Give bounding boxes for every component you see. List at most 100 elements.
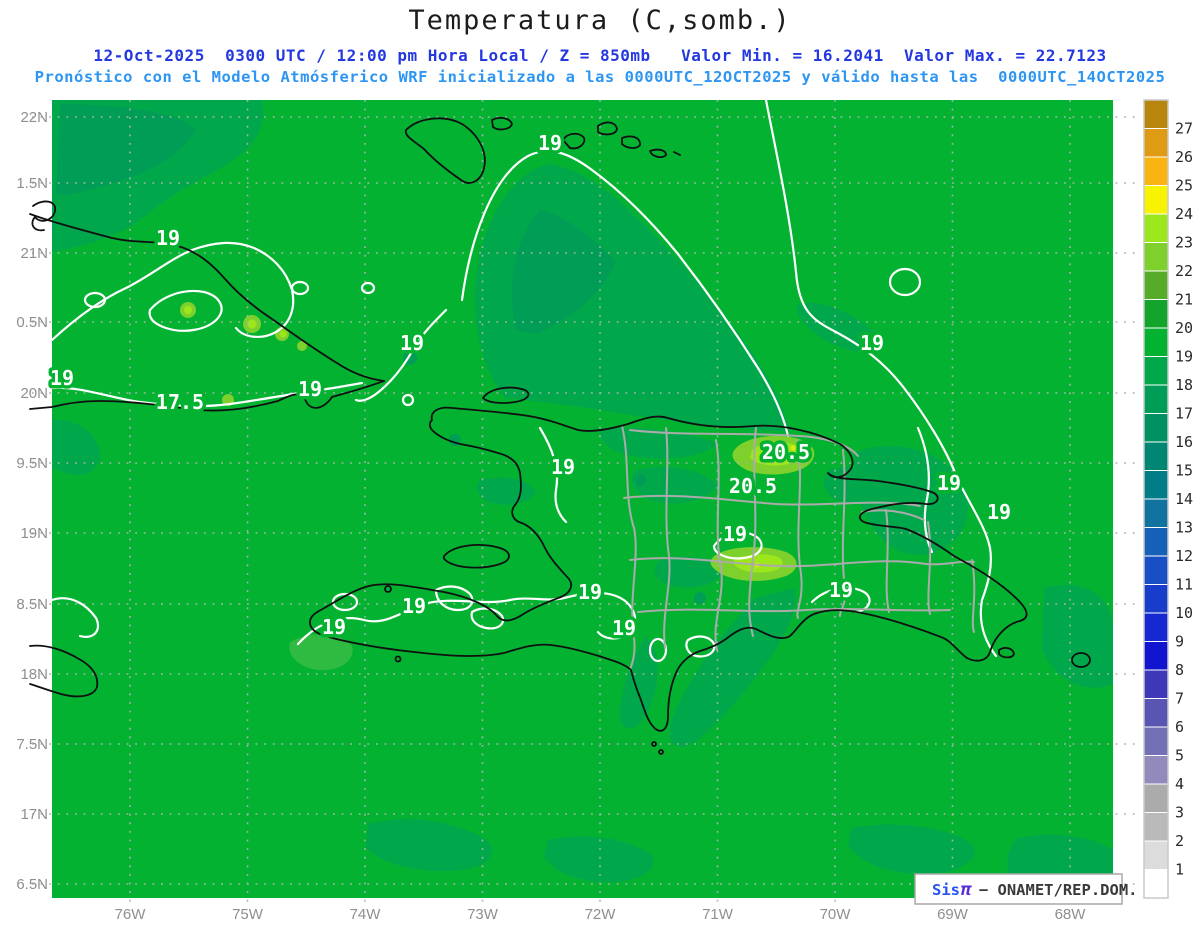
colorbar-cell [1143, 641, 1169, 671]
contour-label: 19 [402, 594, 426, 618]
colorbar-label: 18 [1175, 376, 1193, 394]
colorbar-label: 20 [1175, 319, 1193, 337]
x-tick-label: 68W [1055, 906, 1087, 923]
colorbar-label: 16 [1175, 433, 1193, 451]
colorbar-label: 13 [1175, 519, 1193, 537]
colorbar-cell [1143, 156, 1169, 186]
contour-label: 19 [551, 455, 575, 479]
colorbar-cell [1143, 270, 1169, 300]
colorbar-cell [1143, 669, 1169, 699]
watermark: Sisπ − ONAMET/REP.DOM. [914, 873, 1137, 905]
colorbar-label: 10 [1175, 604, 1193, 622]
y-tick-label: 17N [20, 806, 48, 823]
colorbar-cell [1143, 555, 1169, 585]
y-tick-label: 8.5N [16, 596, 48, 613]
y-tick-label: 6.5N [16, 876, 48, 893]
contour-label: 19 [829, 578, 853, 602]
colorbar-cell [1143, 470, 1169, 500]
colorbar-label: 11 [1175, 576, 1193, 594]
colorbar-cell [1143, 698, 1169, 728]
colorbar-cell [1143, 356, 1169, 386]
colorbar-label: 14 [1175, 490, 1193, 508]
colorbar-label: 9 [1175, 633, 1184, 651]
temperature-shading [52, 100, 1113, 898]
colorbar-cell [1143, 869, 1169, 899]
colorbar-cell [1143, 726, 1169, 756]
colorbar-cell [1143, 242, 1169, 272]
colorbar-cell [1143, 812, 1169, 842]
y-tick-label: 22N [20, 109, 48, 126]
watermark-brand: Sis [932, 881, 960, 899]
contour-label: 19 [937, 471, 961, 495]
contour-label: 19 [156, 226, 180, 250]
x-tick-label: 70W [820, 906, 852, 923]
colorbar-cell [1143, 99, 1169, 129]
x-tick-label: 71W [702, 906, 734, 923]
colorbar-cell [1143, 783, 1169, 813]
colorbar-label: 3 [1175, 804, 1184, 822]
colorbar-label: 26 [1175, 148, 1193, 166]
y-tick-label: 18N [20, 666, 48, 683]
colorbar-cell [1143, 527, 1169, 557]
watermark-text: Sisπ − ONAMET/REP.DOM. [932, 879, 1137, 900]
pi-symbol: π [961, 879, 972, 900]
contour-label: 19 [578, 580, 602, 604]
colorbar-cell [1143, 441, 1169, 471]
colorbar-cell [1143, 327, 1169, 357]
x-tick-label: 69W [937, 906, 969, 923]
colorbar-label: 1 [1175, 861, 1184, 879]
colorbar-label: 25 [1175, 177, 1193, 195]
y-tick-label: 0.5N [16, 314, 48, 331]
colorbar-label: 22 [1175, 262, 1193, 280]
contour-label: 19 [987, 500, 1011, 524]
y-tick-label: 21N [20, 245, 48, 262]
colorbar-label: 4 [1175, 775, 1184, 793]
y-tick-label: 7.5N [16, 736, 48, 753]
colorbar-label: 5 [1175, 747, 1184, 765]
x-tick-label: 75W [232, 906, 264, 923]
contour-label: 19 [612, 616, 636, 640]
colorbar-cell [1143, 584, 1169, 614]
contour-label: 19 [723, 522, 747, 546]
x-tick-label: 76W [115, 906, 147, 923]
contour-label: 20.5 [762, 440, 810, 464]
colorbar-cell [1143, 128, 1169, 158]
contour-label: 19 [860, 331, 884, 355]
y-axis-labels: 22N 1.5N 21N 0.5N 20N 9.5N 19N 8.5N 18N 7.5N 17N 6.… [16, 109, 48, 893]
x-axis-labels: 76W 75W 74W 73W 72W 71W 70W 69W 68W [115, 906, 1087, 923]
colorbar-cell [1143, 299, 1169, 329]
x-tick-label: 72W [585, 906, 617, 923]
colorbar-label: 7 [1175, 690, 1184, 708]
colorbar-label: 17 [1175, 405, 1193, 423]
colorbar-label: 21 [1175, 291, 1193, 309]
contour-label: 19 [322, 615, 346, 639]
colorbar-cell [1143, 384, 1169, 414]
colorbar-label: 23 [1175, 234, 1193, 252]
colorbar-label: 19 [1175, 348, 1193, 366]
colorbar-label: 8 [1175, 661, 1184, 679]
colorbar-cell [1143, 840, 1169, 870]
contour-label: 20.5 [729, 474, 777, 498]
colorbar-label: 6 [1175, 718, 1184, 736]
colorbar-label: 12 [1175, 547, 1193, 565]
contour-label: 17.5 [156, 390, 204, 414]
colorbar-label: 2 [1175, 832, 1184, 850]
colorbar-cell [1143, 213, 1169, 243]
contour-label: 19 [400, 331, 424, 355]
colorbar-label: 24 [1175, 205, 1193, 223]
colorbar-label: 15 [1175, 462, 1193, 480]
colorbar-cell [1143, 755, 1169, 785]
colorbar-cell [1143, 498, 1169, 528]
y-tick-label: 20N [20, 385, 48, 402]
watermark-org: − ONAMET/REP.DOM. [979, 881, 1138, 899]
x-tick-label: 73W [467, 906, 499, 923]
colorbar-label: 27 [1175, 120, 1193, 138]
temperature-map: 22N 1.5N 21N 0.5N 20N 9.5N 19N 8.5N 18N 7.5N 17N 6.… [16, 98, 1193, 923]
colorbar-cell [1143, 413, 1169, 443]
colorbar-cell [1143, 185, 1169, 215]
contour-label: 19 [538, 131, 562, 155]
y-tick-label: 1.5N [16, 175, 48, 192]
colorbar-cell [1143, 612, 1169, 642]
y-tick-label: 19N [20, 525, 48, 542]
contour-label: 19 [298, 377, 322, 401]
